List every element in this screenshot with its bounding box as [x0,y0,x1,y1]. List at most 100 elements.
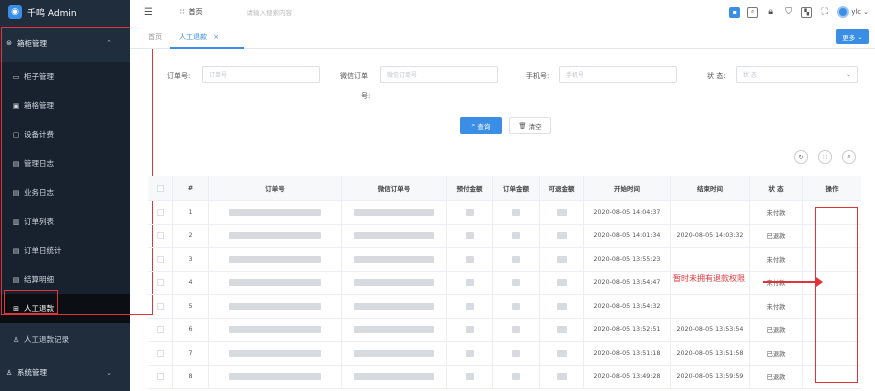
table-cell: 1 [173,201,209,224]
status-text: 已退款 [766,374,786,382]
table-cell [493,295,540,318]
row-checkbox[interactable] [156,232,164,240]
table-cell: 7 [173,342,209,365]
table-cell [540,248,584,271]
highlight-box-actions [815,207,858,383]
user-icon: ♙ [5,368,13,377]
table-cell [493,318,540,341]
table-cell: 5 [173,295,209,318]
fullscreen-icon[interactable]: ⛶ [819,7,830,18]
wechat-order-input[interactable]: 微信订单号 [380,66,498,83]
search-button-label: 查询 [477,122,491,131]
table-cell [540,224,584,247]
status-select[interactable]: 状 态 ⌄ [736,66,858,83]
columns-icon[interactable]: ∷ [818,150,832,164]
status-text: 已退款 [766,350,786,358]
row-index: 6 [188,326,193,334]
table-cell: 2020-08-05 13:51:58 [671,342,750,365]
table-cell: 2 [173,224,209,247]
table-cell [342,295,447,318]
redacted-value [512,255,520,263]
user-menu[interactable]: ylc ⌄ [837,6,869,18]
screenshot-icon[interactable]: ⌕ [747,6,759,18]
select-all-checkbox[interactable] [156,184,164,192]
row-checkbox[interactable] [156,302,164,310]
toolbar: ▪ ⌕ 🔒︎ ⛉ ▚ ⛶ ylc ⌄ [729,6,869,18]
lock-icon[interactable]: 🔒︎ [765,7,776,18]
table-cell [209,248,342,271]
start-time: 2020-08-05 13:55:23 [593,255,661,263]
table-cell: 已退款 [750,318,803,341]
redacted-value [229,349,321,357]
annotation-text: 暂时未拥有退款权限 [673,274,745,283]
table-cell [493,365,540,388]
sidebar-item-refund-record[interactable]: ♙ 人工退款记录 [0,323,130,356]
start-time: 2020-08-05 14:01:34 [593,232,661,240]
table-cell: 3 [173,248,209,271]
row-checkbox[interactable] [156,255,164,263]
refresh-icon[interactable]: ↻ [794,150,808,164]
breadcrumb-label[interactable]: 首页 [188,7,202,17]
clear-button[interactable]: 🗑︎ 清空 [509,117,551,134]
header-cell: 微信订单号 [342,176,447,200]
table-cell: 2020-08-05 13:54:32 [584,295,671,318]
highlight-box-active-item [4,290,58,314]
table-cell [671,248,750,271]
theme-icon[interactable]: ▪ [729,6,741,18]
table-cell: 8 [173,365,209,388]
menu-toggle-icon[interactable]: ☰ [144,7,158,18]
close-icon[interactable]: × [213,33,219,41]
table-cell [342,248,447,271]
row-checkbox[interactable] [156,373,164,381]
table-row: 5 2020-08-05 13:54:32 未付款 [148,295,861,319]
redacted-value [229,302,321,310]
filter-form: 订单号: 订单号 微信订单 号: 微信订单号 手机号: 手机号 状 态: 状 态… [130,49,875,139]
shirt-icon[interactable]: ⛉ [783,7,794,18]
row-index: 7 [188,349,193,357]
search-icon[interactable]: ⌕ [842,150,856,164]
row-checkbox[interactable] [156,208,164,216]
row-checkbox[interactable] [156,349,164,357]
phone-input[interactable]: 手机号 [559,66,677,83]
search-icon: ⌕ [471,121,476,129]
search-button[interactable]: ⌕ 查询 [460,117,502,134]
table-cell [540,295,584,318]
table-cell [540,271,584,294]
status-text: 已退款 [766,233,786,241]
end-time: 2020-08-05 13:59:59 [676,373,744,381]
layout-icon[interactable]: ▚ [801,6,813,18]
redacted-value [556,373,567,381]
table-cell [493,201,540,224]
table-cell: 已退款 [750,342,803,365]
redacted-value [354,326,434,334]
row-checkbox[interactable] [156,326,164,334]
redacted-value [465,279,474,287]
more-label: 更多 [842,33,856,42]
redacted-value [512,208,520,216]
end-time: 2020-08-05 14:03:32 [676,232,744,240]
header-cell: 开始时间 [584,176,671,200]
status-text: 已退款 [766,327,786,335]
table-row: 8 2020-08-05 13:49:28 2020-08-05 13:59:59 已… [148,365,861,389]
more-button[interactable]: 更多 ⌄ [836,29,869,44]
order-no-input[interactable]: 订单号 [202,66,320,83]
tab-home[interactable]: 首页 [148,32,162,42]
row-checkbox[interactable] [156,279,164,287]
search-input[interactable]: 请输入搜索内容 [246,7,292,17]
logo[interactable]: ◉ 千鸣 Admin [0,0,130,24]
status-select-value: 状 态 [743,72,757,79]
table-cell [342,365,447,388]
table-cell [493,342,540,365]
tab-manual-refund[interactable]: 人工退款 × [179,32,219,42]
table-cell [209,342,342,365]
row-index: 5 [188,302,193,310]
table-cell [148,271,173,294]
redacted-value [512,326,520,334]
redacted-value [229,373,321,381]
table-cell [447,365,493,388]
table-cell: 2020-08-05 13:59:59 [671,365,750,388]
table-cell: 未付款 [750,295,803,318]
end-time: 2020-08-05 13:51:58 [676,349,744,357]
menu-group-system[interactable]: ♙ 系统管理 ⌄ [0,356,130,389]
header-cell: # [173,176,209,200]
